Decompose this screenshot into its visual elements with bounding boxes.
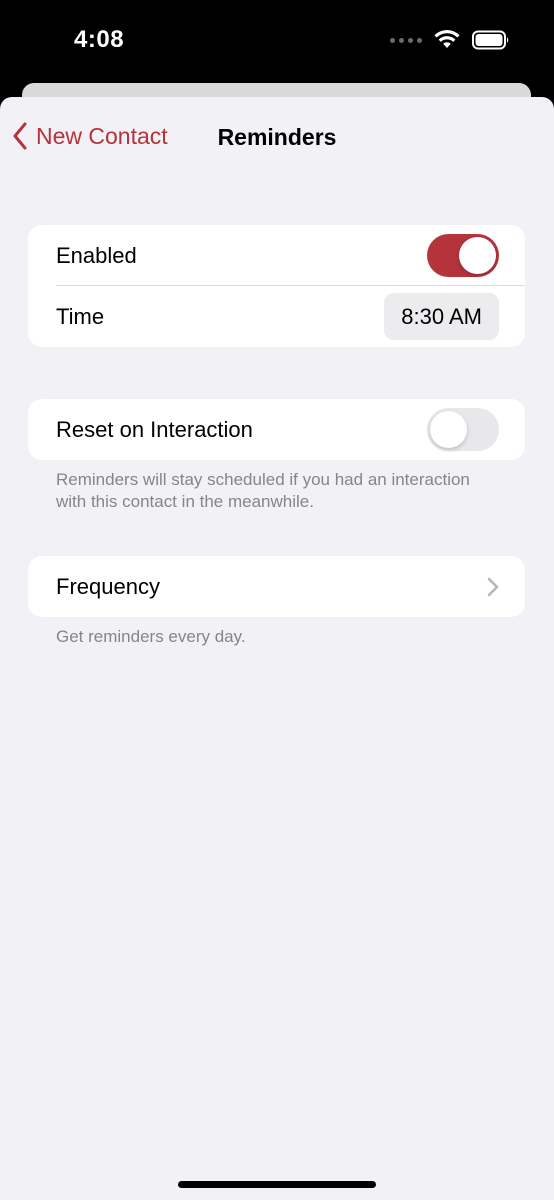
cellular-signal-icon — [390, 37, 422, 43]
frequency-row[interactable]: Frequency — [28, 556, 525, 617]
home-indicator[interactable] — [178, 1181, 376, 1188]
wifi-icon — [434, 30, 460, 50]
status-time: 4:08 — [74, 26, 125, 53]
reset-on-interaction-toggle[interactable] — [427, 408, 499, 451]
toggle-knob — [430, 411, 467, 448]
frequency-footer-note: Get reminders every day. — [56, 627, 246, 646]
reset-group: Reset on Interaction — [28, 399, 525, 460]
battery-icon — [472, 30, 510, 50]
chevron-right-icon — [487, 577, 499, 597]
reset-row: Reset on Interaction — [28, 399, 525, 460]
frequency-label: Frequency — [56, 573, 160, 599]
time-label: Time — [56, 303, 105, 329]
time-picker-button[interactable]: 8:30 AM — [384, 293, 499, 340]
toggle-knob — [459, 237, 496, 274]
status-bar: 4:08 — [0, 0, 554, 84]
reminder-settings-group: Enabled Time 8:30 AM — [28, 225, 525, 347]
page-title: Reminders — [217, 124, 337, 150]
reset-footer-note: Reminders will stay scheduled if you had… — [56, 470, 470, 511]
reminders-sheet: New Contact Reminders Enabled Time 8:30 … — [0, 97, 554, 1200]
enabled-row: Enabled — [28, 225, 525, 286]
enabled-toggle[interactable] — [427, 234, 499, 277]
enabled-label: Enabled — [56, 242, 137, 268]
status-icons — [390, 30, 510, 50]
frequency-group: Frequency — [28, 556, 525, 617]
time-row: Time 8:30 AM — [28, 286, 525, 347]
reset-label: Reset on Interaction — [56, 416, 253, 442]
